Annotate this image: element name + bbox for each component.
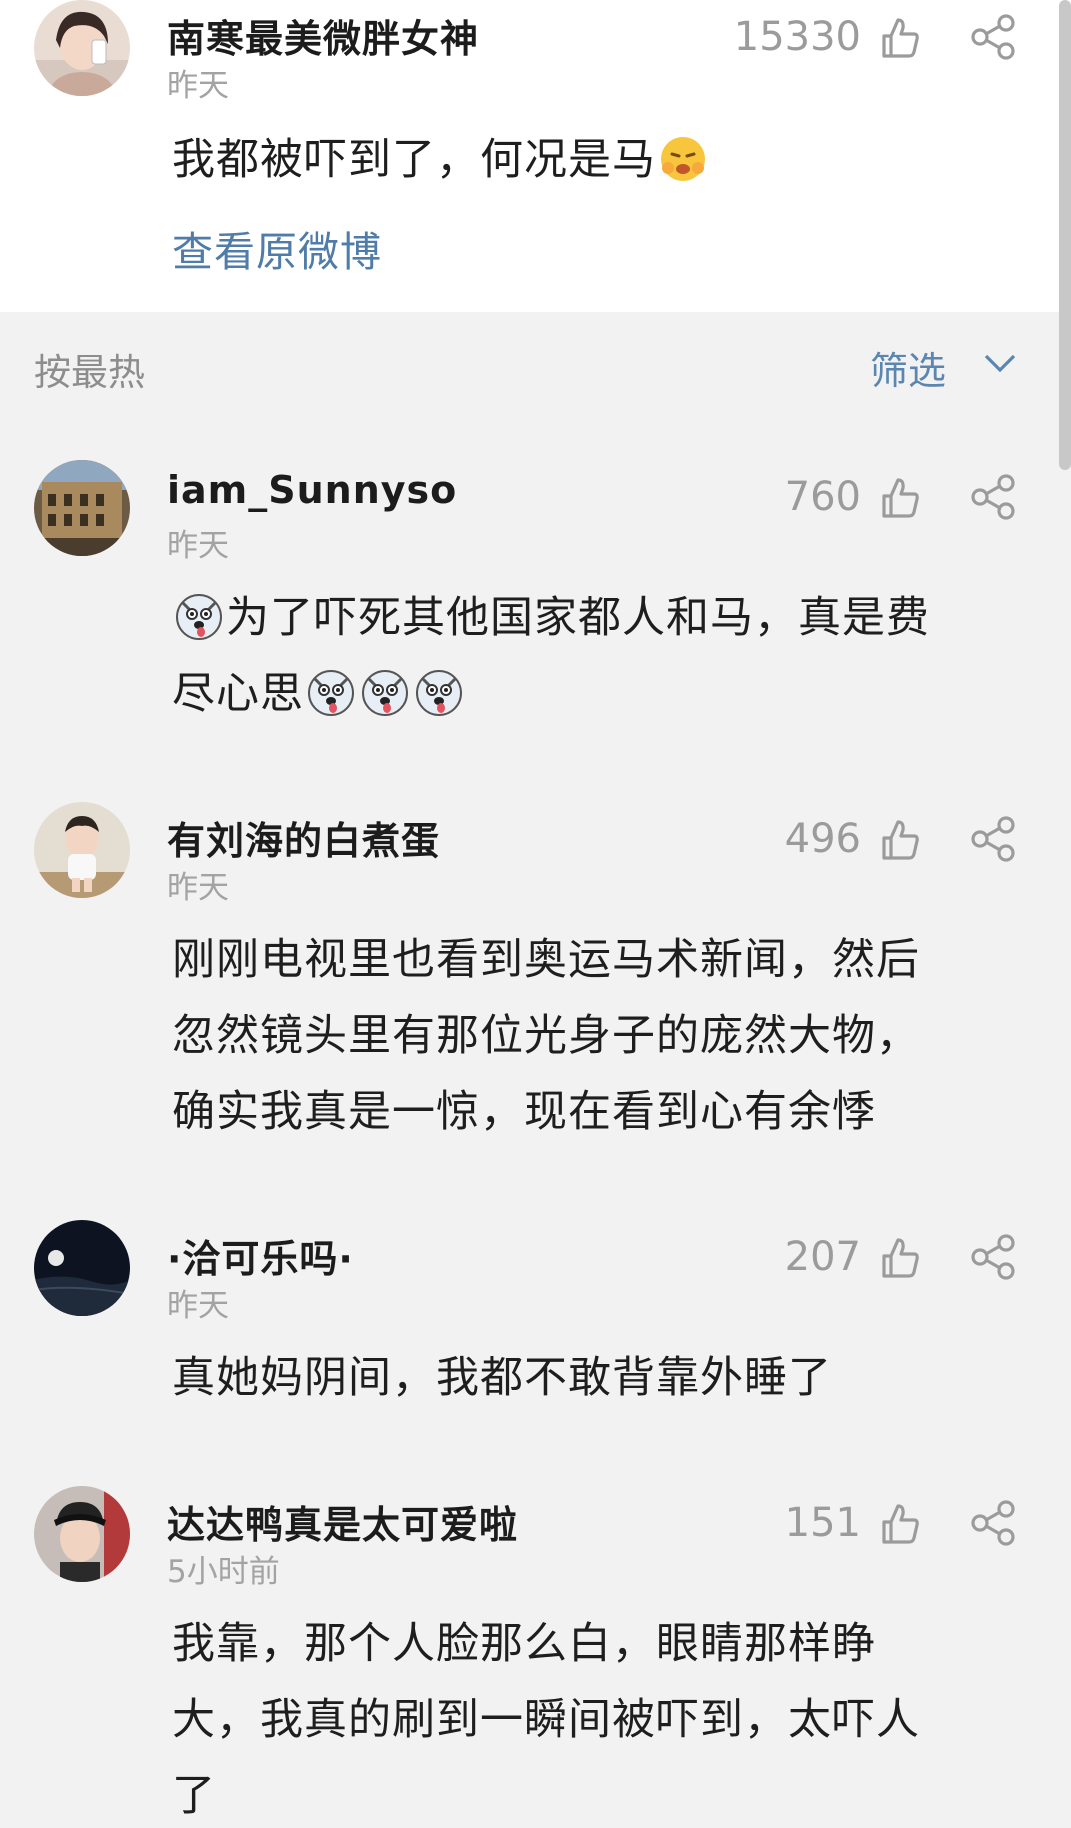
avatar[interactable] [34,1486,130,1582]
like-count: 15330 [733,14,861,60]
share-icon[interactable] [970,1500,1016,1546]
comment-text-line: 真她妈阴间，我都不敢背靠外睡了 [172,1353,832,1403]
username[interactable]: ·洽可乐吗· [167,1228,354,1283]
avatar[interactable] [34,1220,130,1316]
avatar[interactable] [34,802,130,898]
filter-button[interactable]: 筛选 [870,340,946,395]
comment-text-line: 了 [172,1771,216,1821]
comment-text: 为了吓死其他国家都人和马，真是费 尽心思 [172,580,1012,732]
like-count: 760 [784,474,861,520]
avatar[interactable] [34,0,130,96]
comment-text-line: 为了吓死其他国家都人和马，真是费 [226,593,930,643]
thumbs-up-icon[interactable] [878,1502,922,1546]
comment-text: 刚刚电视里也看到奥运马术新闻，然后 忽然镜头里有那位光身子的庞然大物， 确实我真… [172,922,1012,1150]
comment-text: 我靠，那个人脸那么白，眼睛那样睁 大，我真的刷到一瞬间被吓到，太吓人 了 [172,1606,1012,1828]
comment-text-line: 确实我真是一惊，现在看到心有余悸 [172,1087,876,1137]
comment-text-line: 我都被吓到了，何况是马 [172,135,656,185]
like-count: 207 [784,1234,861,1280]
comment-text-line: 大，我真的刷到一瞬间被吓到，太吓人 [172,1695,920,1745]
comment-text: 我都被吓到了，何况是马 [172,122,1012,198]
scrollbar[interactable] [1059,0,1071,470]
thumbs-up-icon[interactable] [878,476,922,520]
share-icon[interactable] [970,816,1016,862]
share-icon[interactable] [970,14,1016,60]
timestamp: 昨天 [167,528,229,564]
comment-text-line: 尽心思 [172,669,304,719]
timestamp: 昨天 [167,68,229,104]
chevron-down-icon[interactable] [982,350,1018,376]
username[interactable]: iam_Sunnyso [167,468,457,512]
avatar[interactable] [34,460,130,556]
comment-text-line: 尽心思 [172,656,1012,732]
comment-text: 真她妈阴间，我都不敢背靠外睡了 [172,1340,1012,1416]
timestamp: 昨天 [167,1288,229,1324]
username[interactable]: 达达鸭真是太可爱啦 [167,1494,518,1549]
timestamp: 5小时前 [167,1554,280,1590]
thumbs-up-icon[interactable] [878,818,922,862]
share-icon[interactable] [970,474,1016,520]
husky-emoji-icon [174,592,224,642]
like-count: 151 [784,1500,861,1546]
comment-text-line: 忽然镜头里有那位光身子的庞然大物， [172,1011,920,1061]
comment-text-line: 刚刚电视里也看到奥运马术新闻，然后 [172,935,920,985]
view-original-link[interactable]: 查看原微博 [172,218,382,278]
comment-text-line: 为了吓死其他国家都人和马，真是费 [172,580,1012,656]
thumbs-up-icon[interactable] [878,1236,922,1280]
husky-emoji-icon [414,668,464,718]
husky-emoji-icon [306,668,356,718]
like-count: 496 [784,816,861,862]
smirk-emoji-icon [658,134,708,184]
username[interactable]: 有刘海的白煮蛋 [167,810,440,865]
husky-emoji-icon [360,668,410,718]
share-icon[interactable] [970,1234,1016,1280]
comment-text-line: 我靠，那个人脸那么白，眼睛那样睁 [172,1619,876,1669]
username[interactable]: 南寒最美微胖女神 [167,8,479,63]
timestamp: 昨天 [167,870,229,906]
thumbs-up-icon[interactable] [878,16,922,60]
sort-hot-label[interactable]: 按最热 [34,342,145,396]
